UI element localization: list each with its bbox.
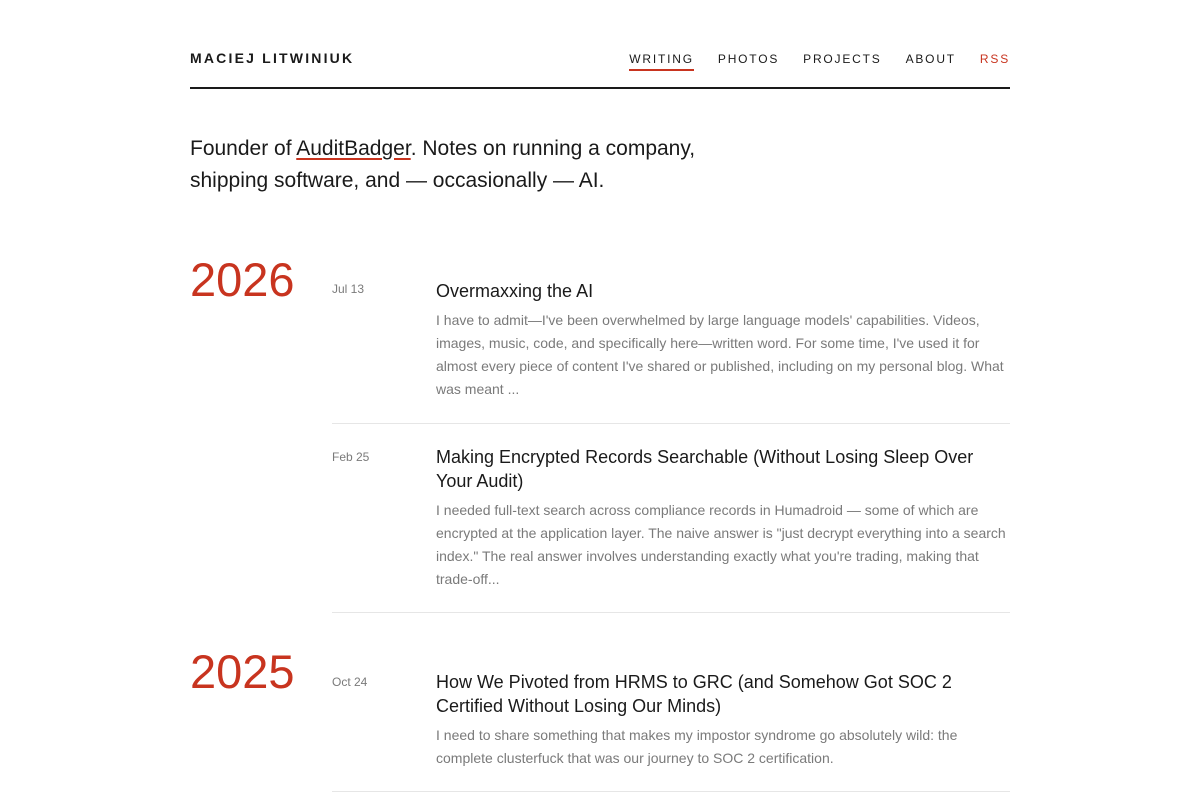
auditbadger-link[interactable]: AuditBadger (296, 137, 410, 160)
nav-writing[interactable]: WRITING (629, 52, 694, 71)
post-item[interactable]: Feb 25 Making Encrypted Records Searchab… (332, 424, 1010, 613)
post-date: Feb 25 (332, 450, 370, 464)
post-date: Oct 24 (332, 675, 368, 689)
post-item[interactable]: Jul 13 Overmaxxing the AI I have to admi… (332, 254, 1010, 424)
year-section-2026: 2026 Jul 13 Overmaxxing the AI I have to… (190, 254, 1010, 613)
post-list: Jul 13 Overmaxxing the AI I have to admi… (332, 254, 1010, 613)
post-title[interactable]: How We Pivoted from HRMS to GRC (and Som… (436, 670, 1010, 718)
site-name[interactable]: MACIEJ LITWINIUK (190, 50, 354, 66)
post-excerpt: I need to share something that makes my … (436, 727, 958, 766)
post-excerpt: I needed full-text search across complia… (436, 502, 1006, 587)
intro-prefix: Founder of (190, 137, 297, 160)
post-title[interactable]: Overmaxxing the AI (436, 279, 1010, 303)
year-heading: 2026 (190, 253, 295, 306)
post-body: How We Pivoted from HRMS to GRC (and Som… (436, 670, 1010, 770)
nav-photos[interactable]: PHOTOS (718, 52, 779, 71)
nav-rss[interactable]: RSS (980, 52, 1010, 71)
year-heading: 2025 (190, 645, 295, 698)
post-date: Jul 13 (332, 282, 365, 296)
post-item[interactable]: Oct 24 How We Pivoted from HRMS to GRC (… (332, 646, 1010, 792)
nav-about[interactable]: ABOUT (906, 52, 956, 71)
site-header: MACIEJ LITWINIUK WRITING PHOTOS PROJECTS… (190, 0, 1010, 89)
post-excerpt: I have to admit—I've been overwhelmed by… (436, 312, 1004, 397)
main-nav: WRITING PHOTOS PROJECTS ABOUT RSS (605, 52, 1010, 71)
intro-text: Founder of AuditBadger. Notes on running… (190, 133, 750, 197)
post-body: Making Encrypted Records Searchable (Wit… (436, 445, 1010, 591)
post-title[interactable]: Making Encrypted Records Searchable (Wit… (436, 445, 1010, 493)
page-container: MACIEJ LITWINIUK WRITING PHOTOS PROJECTS… (190, 0, 1010, 792)
nav-projects[interactable]: PROJECTS (803, 52, 881, 71)
post-body: Overmaxxing the AI I have to admit—I've … (436, 279, 1010, 401)
post-list: Oct 24 How We Pivoted from HRMS to GRC (… (332, 646, 1010, 792)
year-section-2025: 2025 Oct 24 How We Pivoted from HRMS to … (190, 646, 1010, 792)
